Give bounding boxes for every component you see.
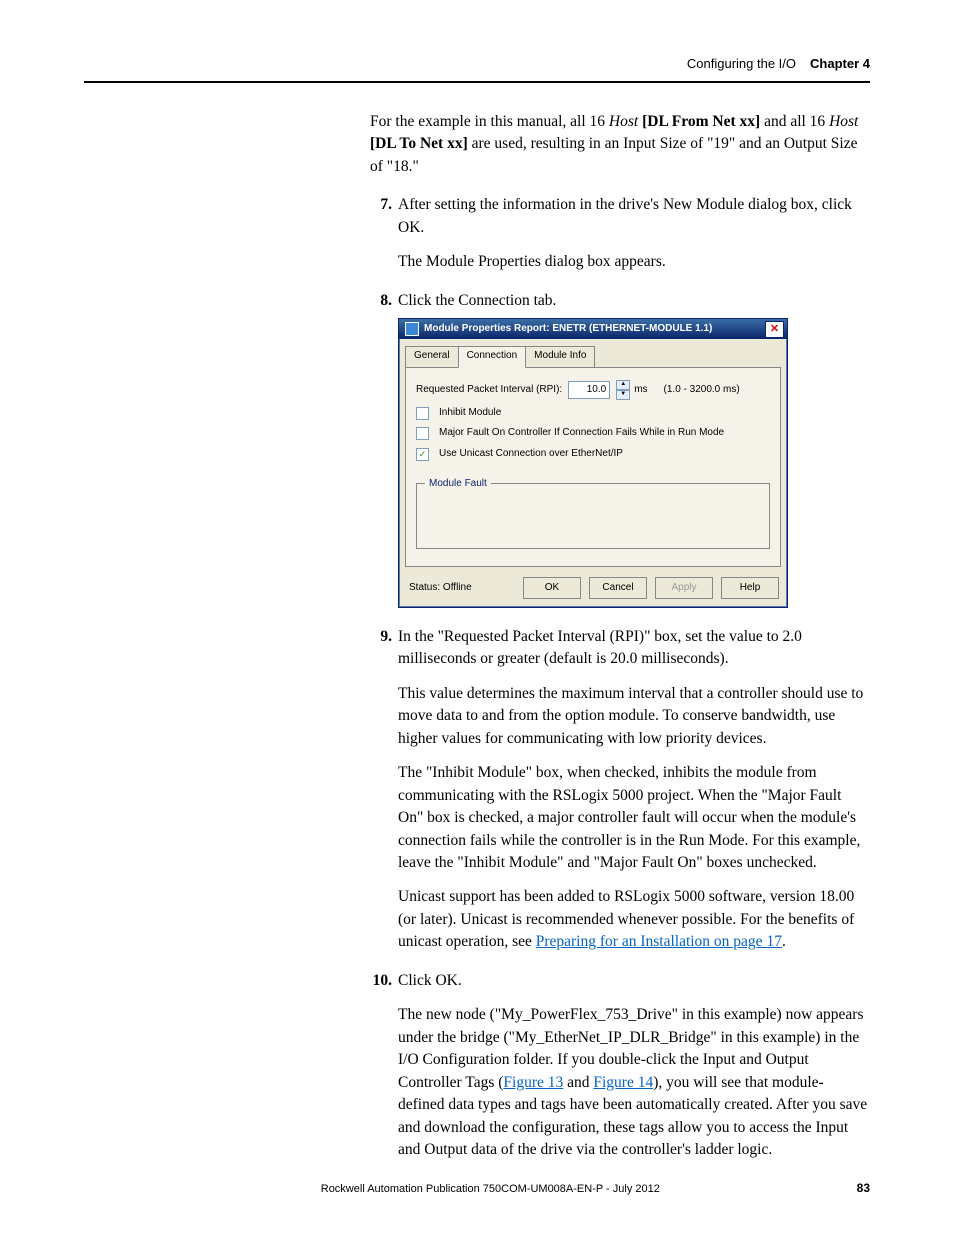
step-10-sub: The new node ("My_PowerFlex_753_Drive" i…: [398, 1004, 870, 1161]
publication-footer: Rockwell Automation Publication 750COM-U…: [124, 1183, 857, 1195]
text: and: [563, 1074, 593, 1091]
step-8: 8. Click the Connection tab. Module Prop…: [370, 290, 870, 608]
link-figure-13[interactable]: Figure 13: [503, 1074, 563, 1091]
step-9-sub1: This value determines the maximum interv…: [398, 683, 870, 750]
dialog-title-text: Module Properties Report: ENETR (ETHERNE…: [424, 322, 712, 337]
rpi-spinner[interactable]: ▲▼: [616, 380, 628, 400]
step-9: 9. In the "Requested Packet Interval (RP…: [370, 626, 870, 954]
major-fault-label: Major Fault On Controller If Connection …: [439, 426, 724, 441]
host-term: Host: [609, 113, 638, 130]
rpi-label: Requested Packet Interval (RPI):: [416, 383, 562, 398]
inhibit-label: Inhibit Module: [439, 406, 501, 421]
status-value: Offline: [443, 582, 472, 593]
apply-button[interactable]: Apply: [655, 577, 713, 599]
tab-module-info[interactable]: Module Info: [525, 346, 595, 368]
rpi-range: (1.0 - 3200.0 ms): [664, 383, 740, 398]
link-preparing-install[interactable]: Preparing for an Installation on page 17: [536, 933, 782, 950]
step-number: 9.: [364, 626, 392, 648]
intro-paragraph: For the example in this manual, all 16 H…: [370, 111, 870, 178]
step-7-sub: The Module Properties dialog box appears…: [398, 251, 870, 273]
header-rule: [84, 81, 870, 83]
step-9-sub3: Unicast support has been added to RSLogi…: [398, 886, 870, 953]
page-footer: Rockwell Automation Publication 750COM-U…: [84, 1181, 870, 1195]
page-number: 83: [857, 1181, 870, 1195]
step-number: 7.: [364, 194, 392, 216]
text: .: [782, 933, 786, 950]
step-number: 8.: [364, 290, 392, 312]
unicast-checkbox[interactable]: ✓: [416, 448, 429, 461]
major-fault-checkbox[interactable]: [416, 427, 429, 440]
help-button[interactable]: Help: [721, 577, 779, 599]
rpi-unit: ms: [634, 383, 647, 398]
step-9-sub2: The "Inhibit Module" box, when checked, …: [398, 762, 870, 874]
host-term: Host: [829, 113, 858, 130]
unicast-label: Use Unicast Connection over EtherNet/IP: [439, 447, 623, 462]
tab-connection[interactable]: Connection: [458, 346, 527, 368]
step-number: 10.: [364, 970, 392, 992]
status-label: Status:: [409, 582, 440, 593]
step-9-text: In the "Requested Packet Interval (RPI)"…: [398, 628, 802, 667]
dialog-screenshot: Module Properties Report: ENETR (ETHERNE…: [398, 318, 870, 608]
step-7: 7. After setting the information in the …: [370, 194, 870, 273]
chapter-label: Chapter 4: [810, 56, 870, 71]
ok-button[interactable]: OK: [523, 577, 581, 599]
tab-strip: General Connection Module Info: [399, 339, 787, 367]
page-header: Configuring the I/O Chapter 4: [84, 56, 870, 81]
module-fault-label: Module Fault: [425, 477, 491, 492]
dialog-titlebar: Module Properties Report: ENETR (ETHERNE…: [399, 319, 787, 339]
step-8-text: Click the Connection tab.: [398, 292, 556, 309]
tab-body: Requested Packet Interval (RPI): ▲▼ ms (…: [405, 367, 781, 567]
rpi-input[interactable]: [568, 381, 610, 399]
link-figure-14[interactable]: Figure 14: [593, 1074, 653, 1091]
step-7-text: After setting the information in the dri…: [398, 196, 852, 235]
text: For the example in this manual, all 16: [370, 113, 609, 130]
tab-general[interactable]: General: [405, 346, 459, 368]
app-icon: [405, 322, 419, 336]
module-fault-group: Module Fault: [416, 483, 770, 549]
dl-from-label: [DL From Net xx]: [642, 113, 760, 130]
inhibit-checkbox[interactable]: [416, 407, 429, 420]
dl-to-label: [DL To Net xx]: [370, 135, 468, 152]
header-title: Configuring the I/O: [687, 56, 796, 71]
step-10-text: Click OK.: [398, 972, 462, 989]
body-column: For the example in this manual, all 16 H…: [370, 111, 870, 1162]
step-10: 10. Click OK. The new node ("My_PowerFle…: [370, 970, 870, 1162]
close-icon[interactable]: ✕: [765, 321, 784, 338]
cancel-button[interactable]: Cancel: [589, 577, 647, 599]
text: and all 16: [760, 113, 829, 130]
status-text: Status: Offline: [409, 581, 472, 596]
